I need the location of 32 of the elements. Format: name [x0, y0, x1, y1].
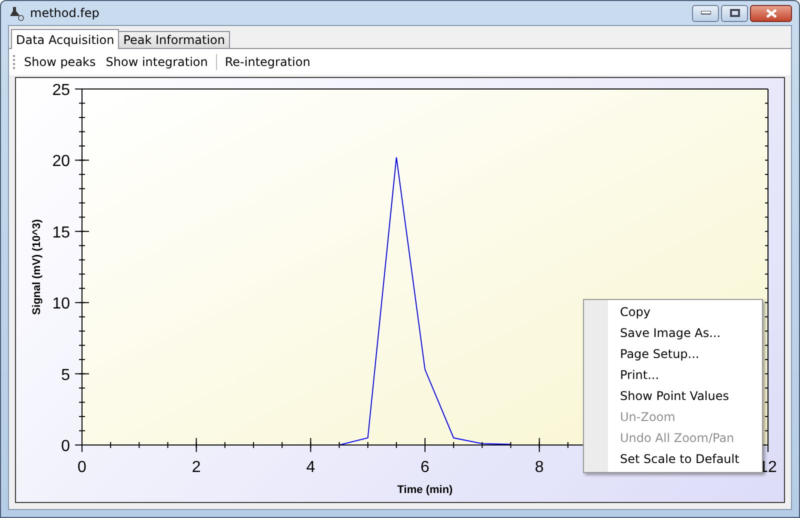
- menu-item[interactable]: Show Point Values: [586, 386, 760, 407]
- y-tick-label: 5: [61, 366, 70, 384]
- minimize-icon: [700, 11, 710, 15]
- y-axis-label: Signal (mV) (10^3): [31, 219, 43, 315]
- window-title: method.fep: [30, 6, 100, 20]
- x-tick-label: 8: [534, 459, 544, 476]
- menu-item[interactable]: Set Scale to Default: [586, 449, 760, 470]
- y-tick-label: 0: [61, 438, 70, 455]
- toolbar-button[interactable]: Re-integration: [220, 53, 314, 71]
- menu-item[interactable]: Save Image As...: [586, 323, 760, 344]
- toolbar-button[interactable]: Show peaks: [20, 53, 100, 71]
- x-axis-label: Time (min): [397, 484, 453, 496]
- menu-item[interactable]: Page Setup...: [586, 344, 760, 365]
- minimize-button[interactable]: [692, 4, 719, 22]
- x-tick-label: 0: [78, 459, 86, 476]
- y-tick-label: 20: [52, 153, 70, 170]
- app-icon: [8, 5, 24, 21]
- x-tick-label: 4: [306, 459, 316, 476]
- menu-item[interactable]: Copy: [586, 302, 760, 323]
- maximize-icon: [730, 9, 740, 17]
- menu-item[interactable]: Print...: [586, 365, 760, 386]
- toolbar-button[interactable]: Show integration: [102, 53, 212, 71]
- x-tick-label: 6: [420, 459, 430, 476]
- close-icon: [766, 8, 776, 18]
- y-tick-label: 25: [52, 82, 70, 99]
- maximize-button[interactable]: [721, 4, 748, 22]
- tab[interactable]: Peak Information: [118, 31, 230, 48]
- x-tick-label: 2: [192, 459, 201, 476]
- tab[interactable]: Data Acquisition: [11, 29, 120, 49]
- y-tick-label: 10: [52, 296, 70, 313]
- y-tick-label: 15: [52, 224, 70, 242]
- close-button[interactable]: [750, 4, 792, 22]
